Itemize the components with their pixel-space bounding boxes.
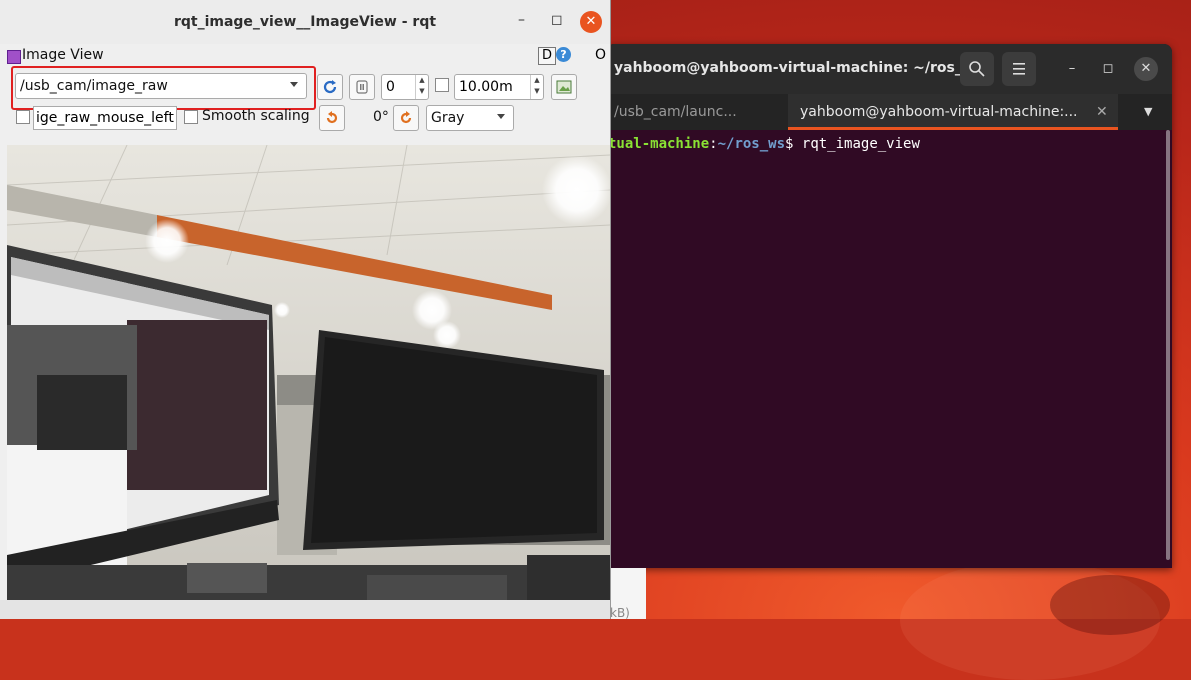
help-icon[interactable]: ? bbox=[556, 47, 571, 62]
refresh-icon[interactable] bbox=[317, 74, 343, 100]
save-image-icon[interactable] bbox=[551, 74, 577, 100]
minimize-icon[interactable]: – bbox=[1060, 57, 1084, 81]
smooth-scaling-checkbox[interactable] bbox=[184, 110, 198, 124]
pause-icon[interactable] bbox=[349, 74, 375, 100]
max-range-value: 10.00m bbox=[459, 79, 513, 95]
tab-active-terminal[interactable]: yahboom@yahboom-virtual-machine:... ✕ bbox=[788, 94, 1118, 130]
terminal-header: yahboom@yahboom-virtual-machine: ~/ros_w… bbox=[606, 44, 1172, 94]
rqt-statusbar bbox=[0, 600, 610, 619]
tab-label: yahboom@yahboom-virtual-machine:... bbox=[800, 104, 1078, 120]
maximize-icon[interactable]: ◻ bbox=[1096, 57, 1120, 81]
topic-highlight-box bbox=[11, 66, 316, 110]
terminal-window: yahboom@yahboom-virtual-machine: ~/ros_w… bbox=[606, 44, 1172, 568]
tab-label: /usb_cam/launc... bbox=[614, 104, 737, 120]
plugin-icon bbox=[7, 50, 21, 64]
terminal-scrollbar[interactable] bbox=[1166, 130, 1170, 560]
rotate-left-icon[interactable] bbox=[319, 105, 345, 131]
o-button[interactable]: O bbox=[595, 47, 606, 63]
max-range-spinbox[interactable]: 10.00m ▲ ▼ bbox=[454, 74, 544, 100]
max-range-checkbox[interactable] bbox=[435, 78, 449, 92]
prompt-host: tual-machine bbox=[608, 136, 710, 152]
search-icon[interactable] bbox=[960, 52, 994, 86]
mouse-topic-input[interactable]: ige_raw_mouse_left bbox=[33, 106, 177, 130]
close-icon[interactable]: ✕ bbox=[580, 11, 602, 33]
terminal-command-line: tual-machine:~/ros_ws$ rqt_image_view bbox=[608, 136, 920, 152]
terminal-tabs: /usb_cam/launc... yahboom@yahboom-virtua… bbox=[606, 94, 1172, 130]
color-scheme-select[interactable]: Gray bbox=[426, 105, 514, 131]
terminal-title: yahboom@yahboom-virtual-machine: ~/ros_w… bbox=[614, 60, 984, 76]
command-text: $ rqt_image_view bbox=[785, 136, 920, 152]
camera-image[interactable]: PHILIPS bbox=[7, 145, 610, 600]
d-button[interactable]: D bbox=[538, 47, 556, 65]
tab-close-icon[interactable]: ✕ bbox=[1096, 94, 1108, 130]
rqt-titlebar[interactable]: rqt_image_view__ImageView - rqt – ◻ ✕ bbox=[0, 0, 610, 44]
wallpaper-shape bbox=[1050, 575, 1170, 635]
chevron-down-icon bbox=[497, 114, 505, 119]
close-icon[interactable]: ✕ bbox=[1134, 57, 1158, 81]
tab-dropdown-icon[interactable]: ▼ bbox=[1144, 94, 1152, 130]
fps-spinbox[interactable]: 0 ▲ ▼ bbox=[381, 74, 429, 100]
background-window-text: kB) bbox=[610, 606, 630, 620]
minimize-icon[interactable]: – bbox=[518, 12, 525, 28]
spin-arrows-icon[interactable]: ▲ ▼ bbox=[530, 75, 543, 99]
mouse-topic-value: ige_raw_mouse_left bbox=[36, 110, 174, 126]
hamburger-menu-icon[interactable] bbox=[1002, 52, 1036, 86]
fps-value: 0 bbox=[386, 79, 395, 95]
smooth-scaling-label: Smooth scaling bbox=[202, 108, 310, 124]
color-scheme-value: Gray bbox=[431, 110, 465, 126]
maximize-icon[interactable]: ◻ bbox=[551, 12, 563, 28]
tab-usb-cam[interactable]: /usb_cam/launc... bbox=[614, 94, 737, 130]
plugin-title: Image View bbox=[22, 47, 104, 63]
rotation-label: 0° bbox=[373, 109, 389, 125]
publish-click-checkbox[interactable] bbox=[16, 110, 30, 124]
spin-arrows-icon[interactable]: ▲ ▼ bbox=[415, 75, 428, 99]
terminal-body[interactable]: tual-machine:~/ros_ws$ rqt_image_view bbox=[606, 130, 1172, 568]
rotate-right-icon[interactable] bbox=[393, 105, 419, 131]
rqt-window: rqt_image_view__ImageView - rqt – ◻ ✕ Im… bbox=[0, 0, 611, 619]
prompt-path: ~/ros_ws bbox=[717, 136, 786, 152]
